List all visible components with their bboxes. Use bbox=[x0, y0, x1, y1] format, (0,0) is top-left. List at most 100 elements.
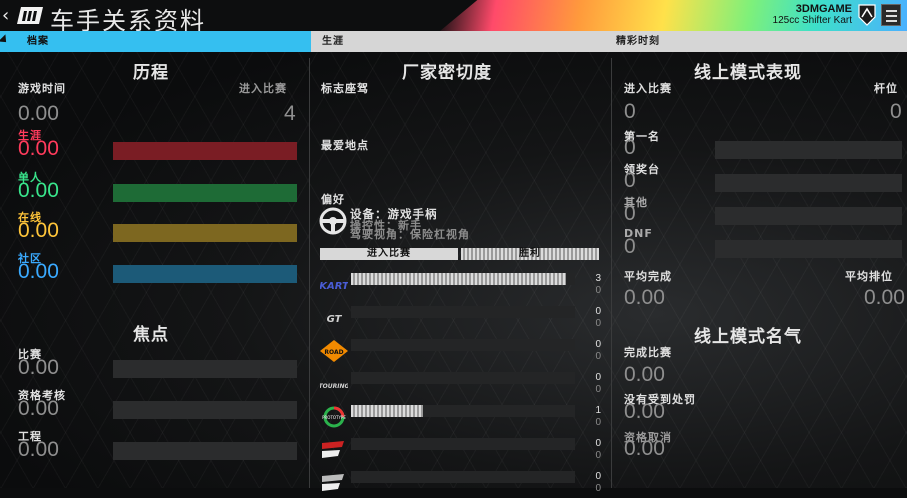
steering-wheel-icon bbox=[319, 207, 347, 235]
races-entered-value: 4 bbox=[284, 102, 296, 125]
tab-highlights-label: 精彩时刻 bbox=[616, 36, 660, 47]
signature-car-label: 标志座驾 bbox=[321, 82, 369, 95]
mode-bar-fill bbox=[113, 184, 297, 202]
online-reputation-heading: 线上模式名气 bbox=[694, 327, 802, 347]
manufacturer-wins-value: 0 bbox=[595, 417, 601, 428]
avg-rank-label: 平均排位 bbox=[845, 270, 893, 283]
svg-text:TOURING: TOURING bbox=[320, 383, 348, 390]
menu-icon bbox=[886, 10, 897, 12]
tab-profile[interactable]: 档案 bbox=[0, 31, 311, 52]
manufacturer-heading: 厂家密切度 bbox=[402, 63, 492, 83]
svg-text:KART: KART bbox=[320, 281, 348, 292]
avg-finish-value: 0.00 bbox=[624, 286, 665, 309]
manufacturer-wins-value: 0 bbox=[595, 285, 601, 296]
mode-bar-fill bbox=[113, 224, 297, 242]
column-header-wins[interactable]: 胜利 bbox=[461, 248, 599, 260]
finish-position-value: 0 bbox=[624, 136, 636, 159]
back-arrow-icon[interactable]: ‹ bbox=[2, 5, 9, 26]
finish-position-bar bbox=[715, 141, 902, 159]
active-tab-indicator-icon bbox=[0, 34, 10, 46]
camera-view-label: 驾驶视角：保险杠视角 bbox=[350, 228, 470, 241]
manufacturer-races-value: 0 bbox=[595, 306, 601, 317]
formula-logo-icon bbox=[320, 439, 348, 461]
openwheel-logo-icon bbox=[320, 472, 348, 494]
svg-text:GT: GT bbox=[327, 314, 343, 325]
preference-label: 偏好 bbox=[321, 193, 345, 206]
online-performance-heading: 线上模式表现 bbox=[694, 63, 802, 83]
mode-bar bbox=[113, 184, 297, 202]
focus-bar bbox=[113, 360, 297, 378]
manufacturer-wins-value: 0 bbox=[595, 483, 601, 494]
focus-heading: 焦点 bbox=[133, 325, 169, 345]
mode-bar bbox=[113, 142, 297, 160]
manufacturer-wins-value: 0 bbox=[595, 318, 601, 329]
player-info: 3DMGAME 125cc Shifter Kart bbox=[773, 3, 852, 27]
completed-races-value: 0.00 bbox=[624, 363, 665, 386]
mode-value: 0.00 bbox=[18, 179, 59, 202]
prototype-logo-icon: PROTOTYPE bbox=[320, 406, 348, 428]
avg-rank-value: 0.00 bbox=[864, 286, 905, 309]
manufacturer-races-bar bbox=[351, 306, 575, 318]
gt-logo-icon: GT bbox=[320, 307, 348, 329]
online-races-label: 进入比赛 bbox=[624, 82, 672, 95]
finish-position-bar bbox=[715, 207, 902, 225]
playtime-label: 游戏时间 bbox=[18, 82, 66, 95]
column-header-races[interactable]: 进入比赛 bbox=[320, 248, 458, 260]
focus-value: 0.00 bbox=[18, 438, 59, 461]
page-title: 车手关系资料 bbox=[50, 7, 206, 31]
manufacturer-races-value: 0 bbox=[595, 372, 601, 383]
finish-position-bar bbox=[715, 240, 902, 258]
career-heading: 历程 bbox=[133, 63, 169, 83]
focus-bar bbox=[113, 401, 297, 419]
favorite-place-label: 最爱地点 bbox=[321, 139, 369, 152]
mode-bar bbox=[113, 265, 297, 283]
mode-bar-fill bbox=[113, 265, 297, 283]
manufacturer-races-bar bbox=[351, 438, 575, 450]
manufacturer-races-bar bbox=[351, 405, 575, 417]
svg-text:ROAD: ROAD bbox=[324, 349, 343, 356]
playtime-value: 0.00 bbox=[18, 102, 59, 125]
manufacturer-wins-value: 0 bbox=[595, 351, 601, 362]
column-divider bbox=[309, 58, 310, 488]
focus-value: 0.00 bbox=[18, 356, 59, 379]
manufacturer-races-value: 1 bbox=[595, 405, 601, 416]
svg-text:PROTOTYPE: PROTOTYPE bbox=[322, 415, 346, 420]
manufacturer-races-value: 0 bbox=[595, 471, 601, 482]
finish-position-bar bbox=[715, 174, 902, 192]
pole-position-value: 0 bbox=[890, 100, 902, 123]
kart-logo-icon: KART bbox=[319, 274, 350, 296]
mode-value: 0.00 bbox=[18, 219, 59, 242]
focus-bar bbox=[113, 442, 297, 460]
manufacturer-wins-value: 0 bbox=[595, 450, 601, 461]
car-name: 125cc Shifter Kart bbox=[772, 15, 852, 26]
disqualified-value: 0.00 bbox=[624, 437, 665, 460]
manufacturer-races-bar-fill bbox=[351, 405, 423, 417]
title-bar: ‹ 车手关系资料 3DMGAME 125cc Shifter Kart bbox=[0, 0, 907, 31]
manufacturer-wins-value: 0 bbox=[595, 384, 601, 395]
mode-value: 0.00 bbox=[18, 260, 59, 283]
tab-bar: 档案 生涯 精彩时刻 bbox=[0, 31, 907, 52]
manufacturer-races-bar bbox=[351, 471, 575, 483]
mode-value: 0.00 bbox=[18, 137, 59, 160]
tab-profile-label: 档案 bbox=[27, 36, 49, 47]
completed-races-label: 完成比赛 bbox=[624, 346, 672, 359]
column-divider bbox=[611, 58, 612, 488]
manufacturer-races-value: 0 bbox=[595, 438, 601, 449]
focus-value: 0.00 bbox=[18, 397, 59, 420]
menu-button[interactable] bbox=[881, 4, 901, 26]
races-entered-label: 进入比赛 bbox=[239, 82, 287, 95]
finish-position-value: 0 bbox=[624, 202, 636, 225]
manufacturer-races-bar bbox=[351, 372, 575, 384]
manufacturer-races-value: 0 bbox=[595, 339, 601, 350]
game-logo-icon bbox=[17, 7, 43, 24]
tab-highlights[interactable]: 精彩时刻 bbox=[611, 31, 907, 52]
tab-career[interactable]: 生涯 bbox=[311, 31, 611, 52]
touring-logo-icon: TOURING bbox=[319, 373, 350, 395]
manufacturer-races-bar-fill bbox=[351, 273, 567, 285]
online-races-value: 0 bbox=[624, 100, 636, 123]
manufacturer-races-bar bbox=[351, 339, 575, 351]
driver-badge-icon bbox=[858, 4, 876, 26]
finish-position-value: 0 bbox=[624, 169, 636, 192]
road-logo-icon: ROAD bbox=[320, 340, 348, 362]
mode-bar-fill bbox=[113, 142, 297, 160]
